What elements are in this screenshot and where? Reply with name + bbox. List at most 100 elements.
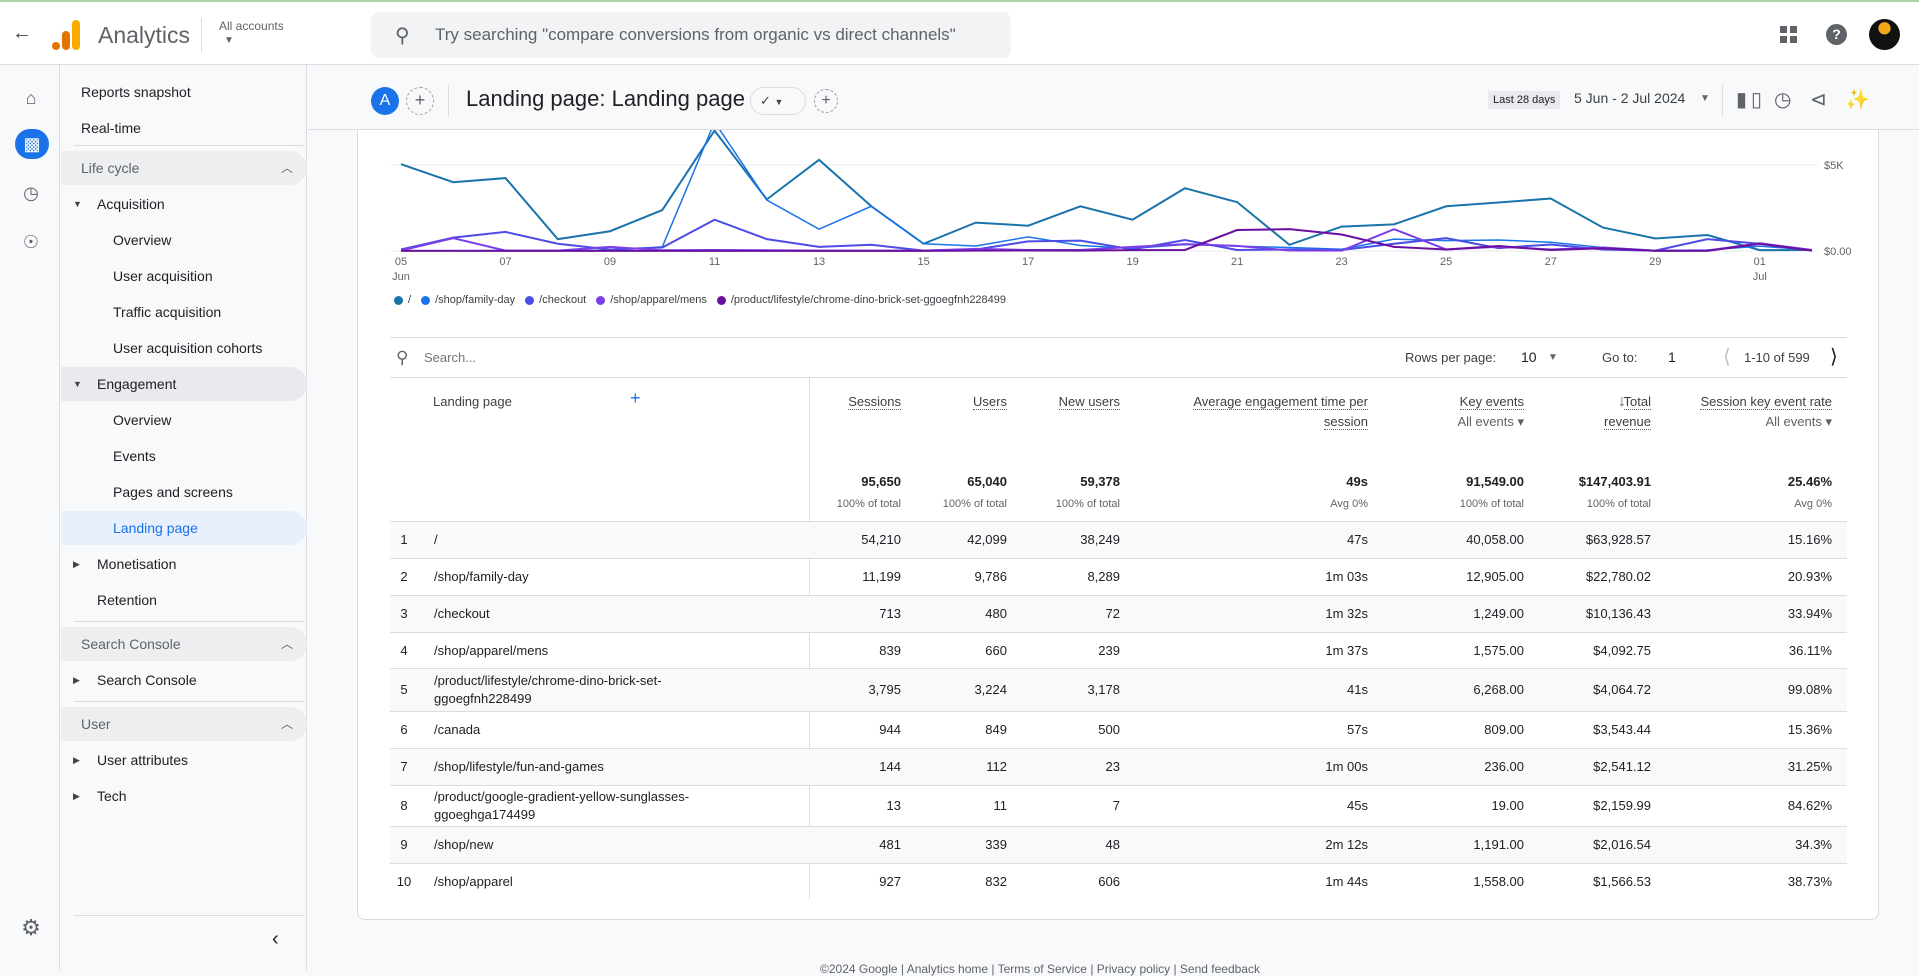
nav-item-traffic-acquisition[interactable]: Traffic acquisition [61, 295, 307, 329]
caret-down-icon[interactable]: ▼ [1700, 93, 1710, 104]
compare-icon[interactable]: ▮ ▯ [1736, 87, 1762, 112]
gear-icon[interactable]: ⚙ [14, 913, 48, 943]
rows-per-page-select[interactable]: 10 [1521, 349, 1537, 365]
explore-icon[interactable]: ◷ [14, 178, 48, 208]
table-search-input[interactable] [424, 350, 724, 365]
back-arrow-icon[interactable]: ← [12, 22, 32, 45]
table-row[interactable]: 4/shop/apparel/mens 839 660 239 1m 37s 1,575.… [390, 632, 1847, 668]
dimension-header[interactable]: Landing page [433, 392, 512, 412]
nav-item-landing-page[interactable]: Landing page [61, 511, 307, 545]
date-preset[interactable]: Last 28 days [1488, 91, 1561, 109]
landing-page-cell[interactable]: /shop/family-day [434, 568, 724, 586]
table-row[interactable]: 3/checkout 713 480 72 1m 32s 1,249.00 $10,136.… [390, 595, 1847, 632]
add-filter-button[interactable]: + [814, 89, 838, 113]
home-icon[interactable]: ⌂ [14, 83, 48, 113]
help-icon[interactable]: ? [1826, 24, 1847, 45]
table-row[interactable]: 9/shop/new 481 339 48 2m 12s 1,191.00 $2,016.5… [390, 826, 1847, 863]
user-avatar[interactable] [1869, 19, 1900, 50]
landing-page-cell[interactable]: /shop/apparel/mens [434, 642, 724, 660]
legend-item[interactable]: /product/lifestyle/chrome-dino-brick-set… [716, 294, 1006, 306]
nav-item-retention[interactable]: Retention [61, 583, 307, 617]
event-selector[interactable]: All events ▾ [1414, 412, 1524, 432]
landing-page-cell[interactable]: /product/lifestyle/chrome-dino-brick-set… [434, 672, 724, 708]
nav-item-events[interactable]: Events [61, 439, 307, 473]
table-row[interactable]: 2/shop/family-day 11,199 9,786 8,289 1m 03s 1… [390, 558, 1847, 595]
caret-down-icon[interactable]: ▼ [73, 367, 82, 401]
nav-item-overview[interactable]: Overview [61, 403, 307, 437]
nav-section-header[interactable]: Search Console ︿ [61, 627, 307, 661]
nav-item-engagement[interactable]: ▼ Engagement [61, 367, 307, 401]
search-bar[interactable]: ⚲ Try searching "compare conversions fro… [371, 12, 1011, 58]
nav-item-real-time[interactable]: Real-time [61, 111, 307, 145]
legend-item[interactable]: /shop/family-day [421, 294, 515, 306]
chevron-up-icon[interactable]: ︿ [281, 627, 293, 661]
column-header-total-revenue[interactable]: Total revenue [1581, 392, 1651, 432]
caret-down-icon[interactable]: ▼ [73, 187, 82, 221]
landing-page-cell[interactable]: /shop/lifestyle/fun-and-games [434, 758, 724, 776]
table-row[interactable]: 6/canada 944 849 500 57s 809.00 $3,543.44 15.36… [390, 711, 1847, 748]
chevron-right-icon[interactable]: ⟩ [1830, 344, 1838, 369]
table-row[interactable]: 7/shop/lifestyle/fun-and-games 144 112 23 1m… [390, 748, 1847, 785]
comparison-avatar[interactable]: A [371, 87, 399, 115]
column-header-key-events[interactable]: Key events All events ▾ [1414, 392, 1524, 432]
sparkle-trend-icon[interactable]: ✨ [1845, 87, 1870, 112]
legend-item[interactable]: /checkout [525, 294, 586, 306]
caret-right-icon[interactable]: ▶ [73, 547, 80, 581]
rows-per-page-label: Rows per page: [1405, 350, 1497, 365]
goto-page-input[interactable]: 1 [1668, 349, 1676, 365]
add-dimension-button[interactable]: + [630, 388, 641, 408]
sort-descending-icon[interactable]: ↓ [1618, 392, 1626, 412]
caret-down-icon[interactable]: ▼ [1548, 352, 1558, 363]
nav-item-pages-and-screens[interactable]: Pages and screens [61, 475, 307, 509]
share-icon[interactable]: ⊲ [1810, 87, 1827, 112]
table-row[interactable]: 5/product/lifestyle/chrome-dino-brick-se… [390, 668, 1847, 711]
row-index: 2 [400, 569, 408, 584]
nav-item-monetisation[interactable]: ▶ Monetisation [61, 547, 307, 581]
chevron-left-icon[interactable]: ⟨ [1723, 344, 1731, 369]
collapse-nav-icon[interactable]: ‹ [272, 928, 279, 951]
analytics-logo[interactable] [52, 20, 80, 50]
landing-page-cell[interactable]: / [434, 531, 724, 549]
legend-item[interactable]: / [394, 294, 411, 306]
landing-page-cell[interactable]: /checkout [434, 605, 724, 623]
table-row[interactable]: 1/54,210 42,099 38,249 47s 40,058.00 $63,928.… [390, 521, 1847, 558]
nav-item-reports-snapshot[interactable]: Reports snapshot [61, 75, 307, 109]
caret-right-icon[interactable]: ▶ [73, 779, 80, 813]
advertising-icon[interactable]: ☉ [14, 227, 48, 257]
landing-page-cell[interactable]: /canada [434, 721, 724, 739]
caret-right-icon[interactable]: ▶ [73, 663, 80, 697]
nav-item-user-acquisition-cohorts[interactable]: User acquisition cohorts [61, 331, 307, 365]
insights-icon[interactable]: ◷ [1774, 87, 1791, 112]
reports-icon[interactable]: ▩ [15, 129, 49, 159]
nav-item-search-console[interactable]: ▶ Search Console [61, 663, 307, 697]
add-comparison-button[interactable]: + [406, 87, 434, 115]
caret-down-icon[interactable]: ▼ [224, 35, 234, 46]
report-status-dropdown[interactable]: ✓ ▼ [750, 87, 806, 115]
nav-section-header[interactable]: User ︿ [61, 707, 307, 741]
account-selector[interactable]: All accounts [219, 19, 284, 33]
landing-page-cell[interactable]: /shop/apparel [434, 873, 724, 891]
column-header-users[interactable]: Users [917, 392, 1007, 412]
column-header-average-engagement-time-per-session[interactable]: Average engagement time per session [1188, 392, 1368, 432]
date-range[interactable]: 5 Jun - 2 Jul 2024 [1574, 90, 1685, 106]
nav-section-header[interactable]: Life cycle ︿ [61, 151, 307, 185]
table-row[interactable]: 10/shop/apparel 927 832 606 1m 44s 1,558.00 $1… [390, 863, 1847, 900]
landing-page-cell[interactable]: /shop/new [434, 836, 724, 854]
table-row[interactable]: 8/product/google-gradient-yellow-sunglas… [390, 785, 1847, 826]
nav-item-label: User acquisition cohorts [113, 340, 263, 356]
nav-item-acquisition[interactable]: ▼ Acquisition [61, 187, 307, 221]
nav-item-overview[interactable]: Overview [61, 223, 307, 257]
caret-right-icon[interactable]: ▶ [73, 743, 80, 777]
column-header-new-users[interactable]: New users [1050, 392, 1120, 412]
nav-item-user-acquisition[interactable]: User acquisition [61, 259, 307, 293]
event-selector[interactable]: All events ▾ [1692, 412, 1832, 432]
landing-page-cell[interactable]: /product/google-gradient-yellow-sunglass… [434, 788, 724, 824]
nav-item-tech[interactable]: ▶ Tech [61, 779, 307, 813]
nav-item-user-attributes[interactable]: ▶ User attributes [61, 743, 307, 777]
column-header-session-key-event-rate[interactable]: Session key event rate All events ▾ [1692, 392, 1832, 432]
column-header-sessions[interactable]: Sessions [811, 392, 901, 412]
apps-grid-icon[interactable] [1780, 26, 1797, 43]
legend-item[interactable]: /shop/apparel/mens [596, 294, 707, 306]
chevron-up-icon[interactable]: ︿ [281, 707, 293, 741]
chevron-up-icon[interactable]: ︿ [281, 151, 293, 185]
